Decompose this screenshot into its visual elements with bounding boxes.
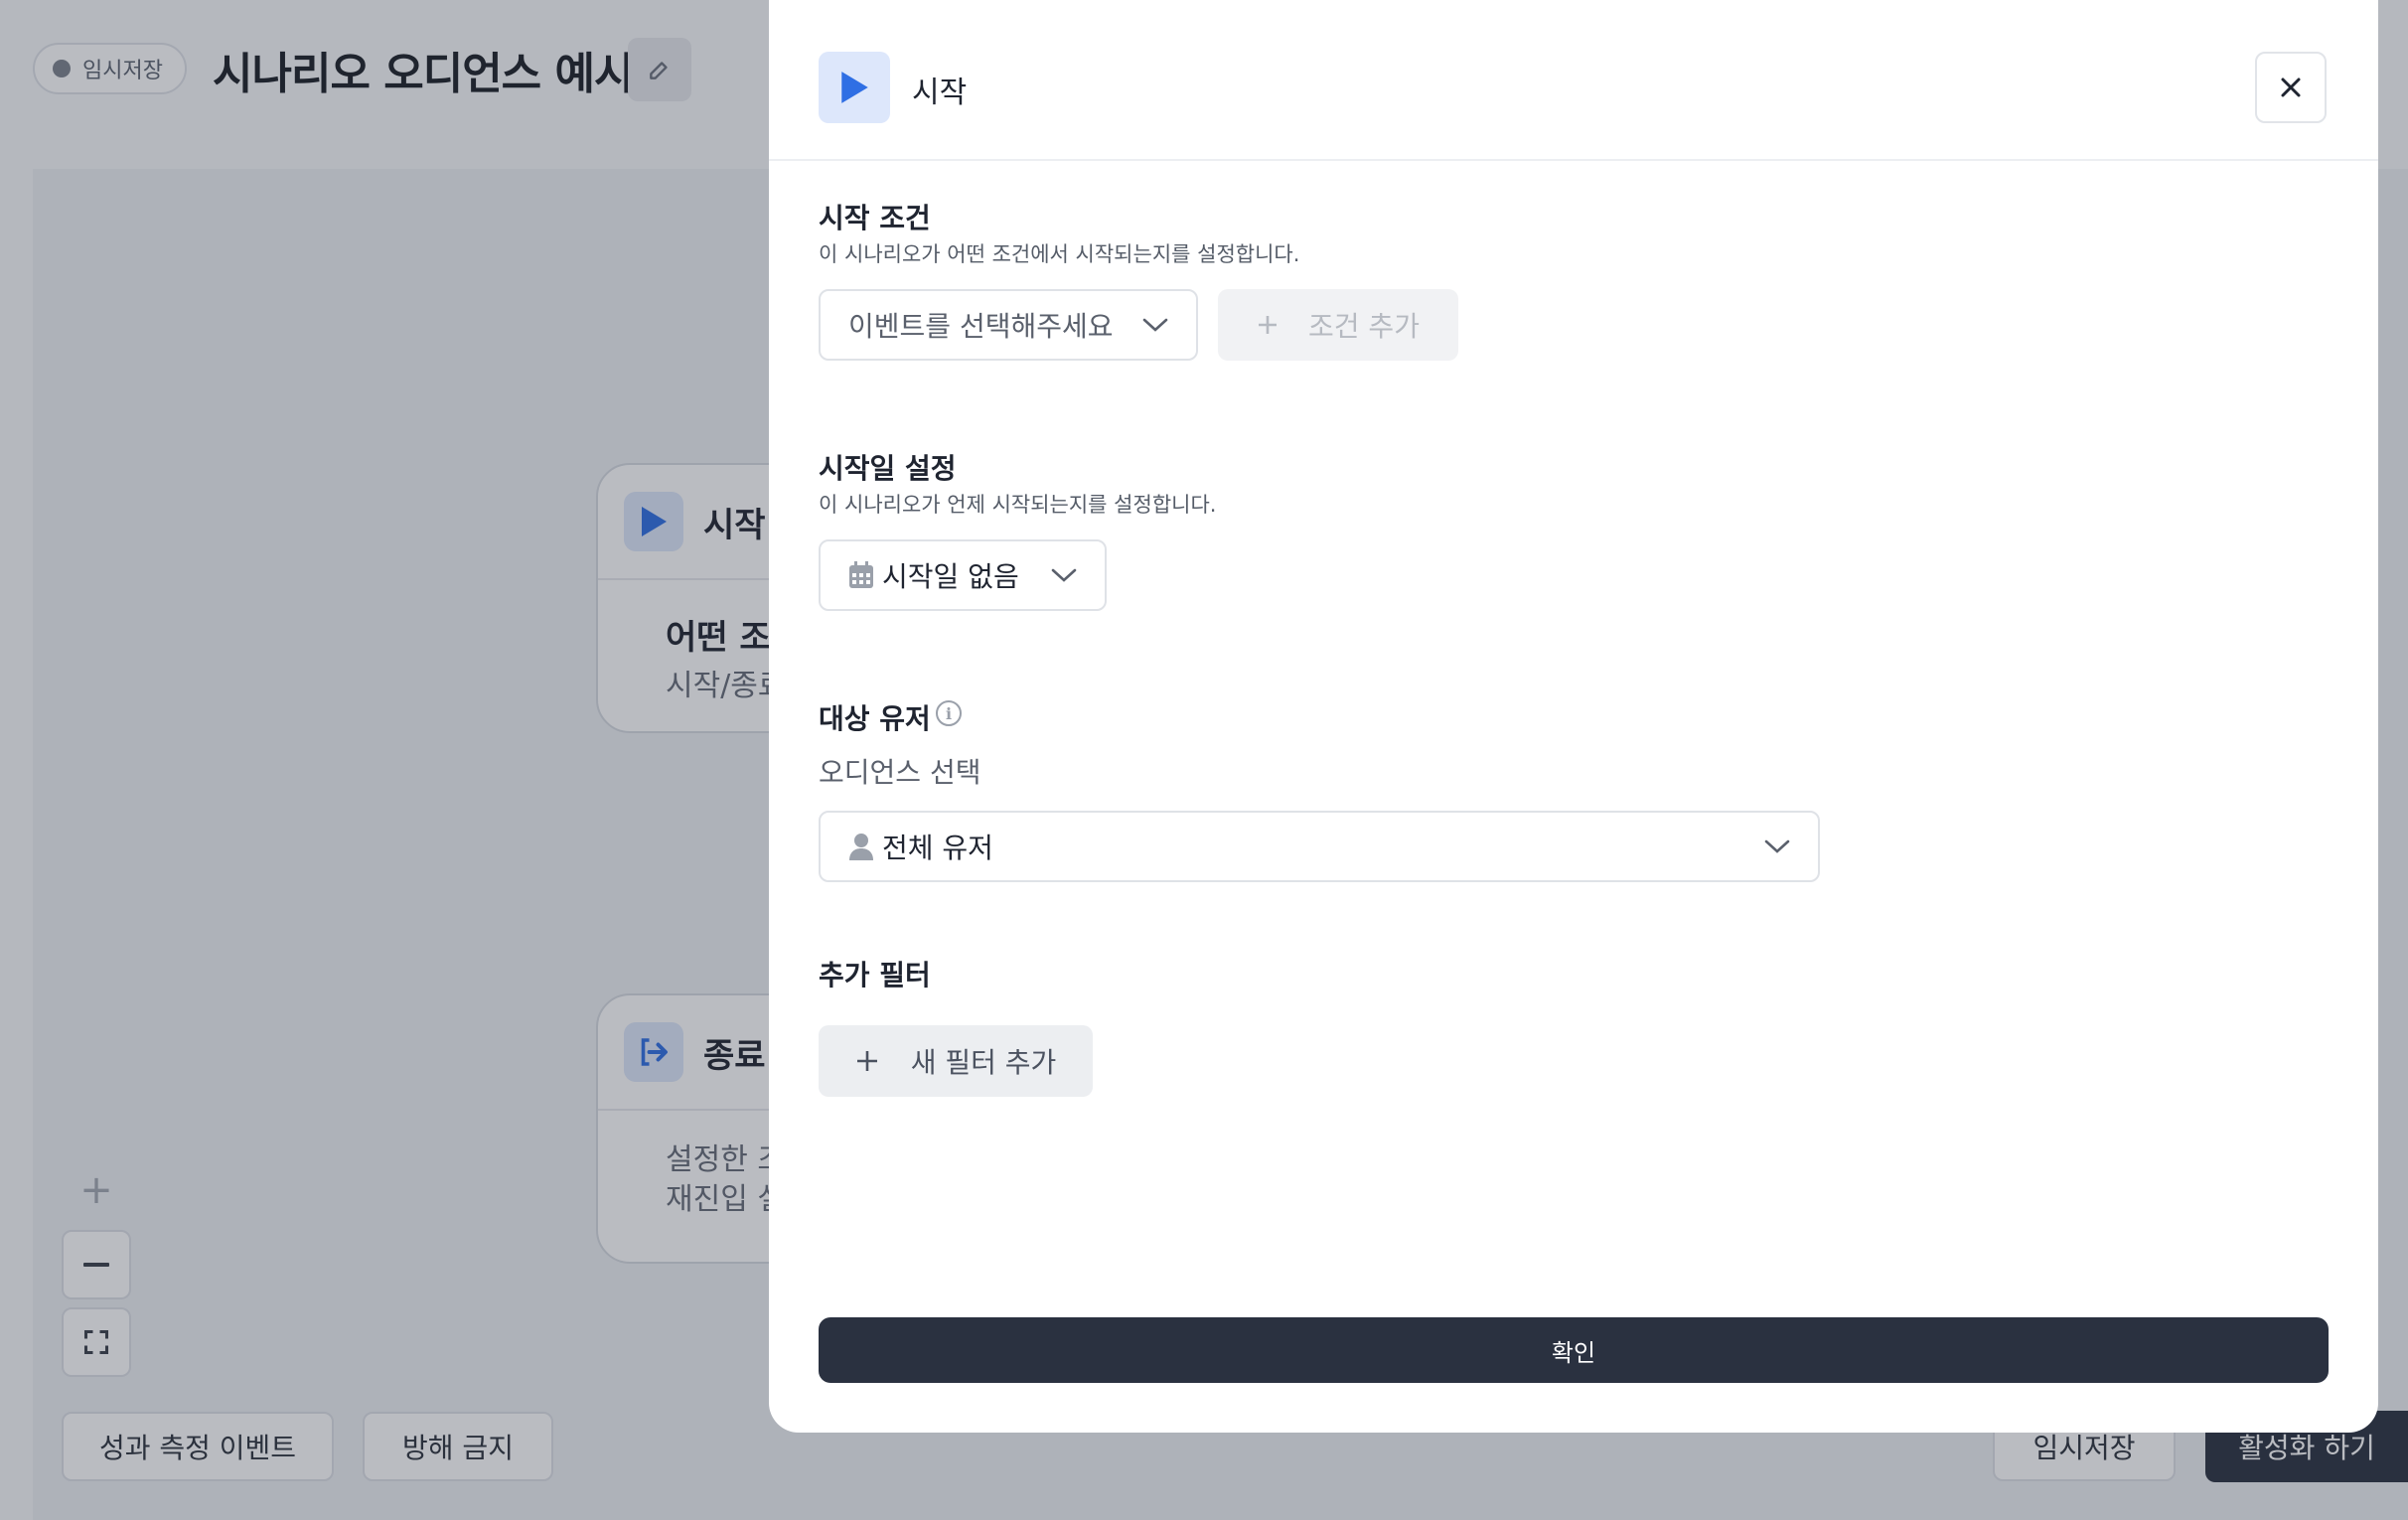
start-condition-title: 시작 조건 <box>819 202 931 234</box>
modal-header: 시작 <box>769 0 2378 161</box>
modal-title: 시작 <box>912 76 968 110</box>
info-icon[interactable]: i <box>936 700 962 726</box>
extra-filter-title: 추가 필터 <box>819 959 931 991</box>
start-date-title: 시작일 설정 <box>819 452 957 485</box>
plus-icon <box>856 1051 877 1071</box>
close-button[interactable] <box>2255 52 2327 123</box>
event-select[interactable]: 이벤트를 선택해주세요 <box>819 289 1198 361</box>
confirm-button[interactable]: 확인 <box>819 1317 2329 1383</box>
chevron-down-icon <box>1142 318 1168 332</box>
add-condition-button[interactable]: 조건 추가 <box>1218 289 1458 361</box>
start-settings-modal: 시작 시작 조건 이 시나리오가 어떤 조건에서 시작되는지를 설정합니다. 이… <box>769 0 2378 1433</box>
audience-select-label: 오디언스 선택 <box>819 756 981 789</box>
start-condition-description: 이 시나리오가 어떤 조건에서 시작되는지를 설정합니다. <box>819 242 1300 266</box>
add-filter-label: 새 필터 추가 <box>910 1046 1057 1079</box>
event-select-placeholder: 이벤트를 선택해주세요 <box>848 310 1114 343</box>
chevron-down-icon <box>1764 839 1790 853</box>
start-date-select[interactable]: 시작일 없음 <box>819 539 1107 611</box>
user-icon <box>848 833 874 860</box>
plus-icon <box>1259 316 1278 334</box>
calendar-icon <box>848 561 874 589</box>
start-date-description: 이 시나리오가 언제 시작되는지를 설정합니다. <box>819 493 1217 517</box>
audience-select-value: 전체 유저 <box>882 832 993 864</box>
chevron-down-icon <box>1051 568 1077 582</box>
audience-select[interactable]: 전체 유저 <box>819 811 1820 882</box>
add-filter-button[interactable]: 새 필터 추가 <box>819 1025 1093 1097</box>
add-condition-label: 조건 추가 <box>1308 310 1420 343</box>
start-date-value: 시작일 없음 <box>882 560 1019 593</box>
close-icon <box>2281 77 2301 97</box>
target-users-title: 대상 유저 <box>819 702 931 735</box>
play-icon <box>819 52 890 123</box>
